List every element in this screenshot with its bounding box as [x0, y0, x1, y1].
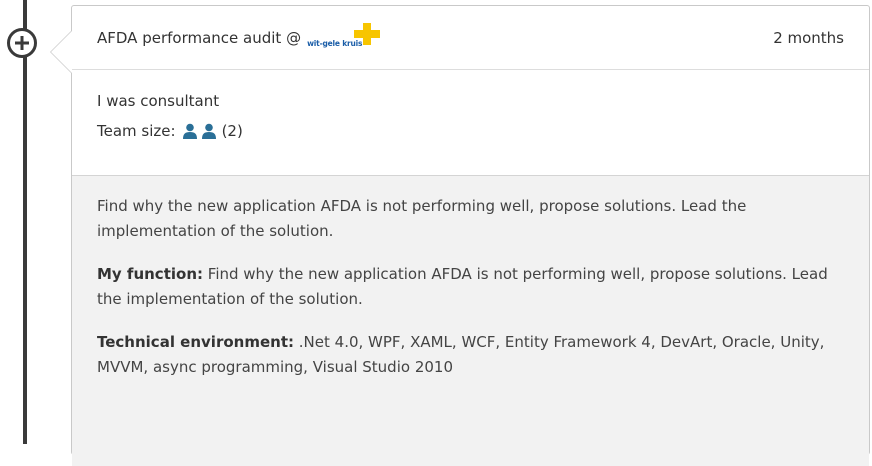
user-icon: [201, 123, 216, 139]
description: Find why the new application AFDA is not…: [97, 197, 747, 240]
role: I was consultant: [97, 92, 220, 110]
card-pointer: [50, 30, 72, 74]
team-size-label: Team size:: [97, 122, 176, 140]
function-text: Find why the new application AFDA is not…: [97, 265, 828, 308]
user-icon: [182, 123, 197, 139]
expand-toggle[interactable]: [7, 28, 37, 58]
card-header: AFDA performance audit @ wit-gele kruis …: [72, 6, 869, 70]
team-size-count: (2): [221, 122, 243, 140]
function-label: My function:: [97, 265, 203, 283]
tech-paragraph: Technical environment: .Net 4.0, WPF, XA…: [97, 330, 844, 380]
company-logo-text: wit-gele kruis: [307, 38, 363, 48]
company-logo: wit-gele kruis: [304, 22, 384, 51]
timeline-line: [23, 0, 27, 444]
function-paragraph: My function: Find why the new applicatio…: [97, 262, 844, 312]
plus-icon: [15, 36, 29, 50]
job-title: AFDA performance audit @: [97, 28, 302, 47]
card-body: Find why the new application AFDA is not…: [72, 176, 869, 466]
tech-label: Technical environment:: [97, 333, 294, 351]
experience-card: AFDA performance audit @ wit-gele kruis …: [50, 5, 870, 466]
team-size: Team size: (2): [97, 122, 844, 140]
duration: 2 months: [773, 28, 844, 47]
card-meta: I was consultant Team size: (2): [72, 70, 869, 176]
